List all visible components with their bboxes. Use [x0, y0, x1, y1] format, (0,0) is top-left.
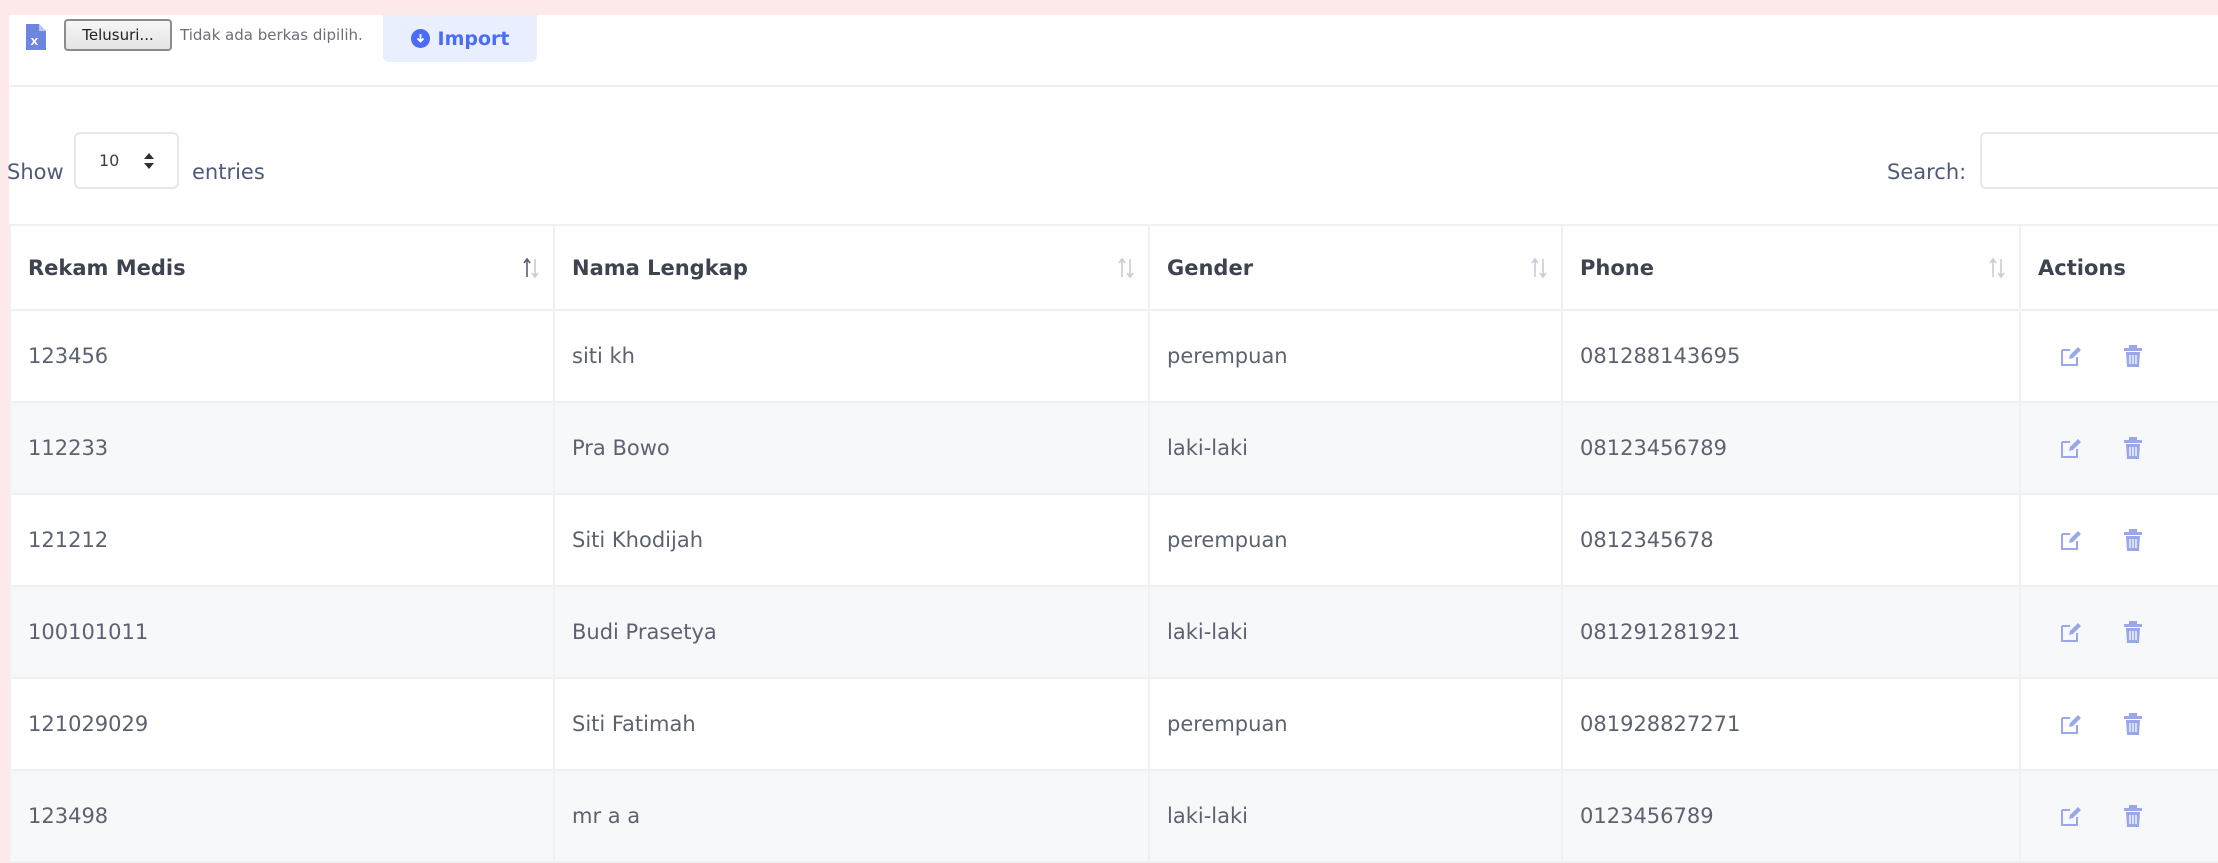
trash-icon[interactable] [2120, 803, 2146, 829]
browse-file-button[interactable]: Telusuri... [64, 19, 172, 51]
cell-actions [2019, 677, 2218, 771]
svg-text:X: X [31, 37, 39, 48]
row-actions [2038, 803, 2218, 829]
edit-icon[interactable] [2058, 435, 2084, 461]
excel-file-icon: X [25, 23, 47, 51]
search-label: Search: [1887, 160, 1967, 184]
sort-icon [1988, 257, 2006, 279]
cell-phone: 0812345678 [1561, 493, 2021, 587]
trash-icon[interactable] [2120, 619, 2146, 645]
cell-phone: 0123456789 [1561, 769, 2021, 863]
table-row: 121029029 Siti Fatimah perempuan 0819288272… [9, 677, 2218, 771]
table-row: 123456 siti kh perempuan 081288143695 [9, 309, 2218, 403]
cell-rekam-medis: 123456 [9, 309, 555, 403]
search-input[interactable] [1980, 132, 2218, 189]
table-row: 112233 Pra Bowo laki-laki 08123456789 [9, 401, 2218, 495]
select-arrows-icon [143, 148, 155, 174]
show-label: Show [7, 160, 64, 184]
sort-icon [1117, 257, 1135, 279]
cell-gender: perempuan [1148, 493, 1563, 587]
table-header-row: Rekam Medis Nama Lengkap Gender Phone Ac… [9, 224, 2218, 311]
cell-phone: 08123456789 [1561, 401, 2021, 495]
entries-length-value: 10 [99, 151, 120, 170]
import-bar: X Telusuri... Tidak ada berkas dipilih. … [9, 15, 2218, 87]
table-row: 100101011 Budi Prasetya laki-laki 081291281… [9, 585, 2218, 679]
entries-label: entries [192, 160, 265, 184]
cell-actions [2019, 493, 2218, 587]
row-actions [2038, 711, 2218, 737]
header-phone[interactable]: Phone [1561, 224, 2021, 311]
download-circle-icon [410, 29, 430, 48]
trash-icon[interactable] [2120, 343, 2146, 369]
cell-gender: laki-laki [1148, 585, 1563, 679]
cell-nama-lengkap: Siti Fatimah [553, 677, 1150, 771]
cell-rekam-medis: 100101011 [9, 585, 555, 679]
cell-phone: 081291281921 [1561, 585, 2021, 679]
cell-gender: laki-laki [1148, 401, 1563, 495]
header-label: Actions [2038, 255, 2126, 280]
row-actions [2038, 343, 2218, 369]
sort-icon [1530, 257, 1548, 279]
header-nama-lengkap[interactable]: Nama Lengkap [553, 224, 1150, 311]
cell-nama-lengkap: siti kh [553, 309, 1150, 403]
row-actions [2038, 435, 2218, 461]
cell-rekam-medis: 112233 [9, 401, 555, 495]
cell-rekam-medis: 123498 [9, 769, 555, 863]
edit-icon[interactable] [2058, 711, 2084, 737]
cell-phone: 081928827271 [1561, 677, 2021, 771]
table-row: 123498 mr a a laki-laki 0123456789 [9, 769, 2218, 863]
cell-phone: 081288143695 [1561, 309, 2021, 403]
edit-icon[interactable] [2058, 619, 2084, 645]
edit-icon[interactable] [2058, 343, 2084, 369]
cell-rekam-medis: 121029029 [9, 677, 555, 771]
cell-gender: perempuan [1148, 309, 1563, 403]
import-label: Import [437, 27, 510, 50]
cell-rekam-medis: 121212 [9, 493, 555, 587]
row-actions [2038, 527, 2218, 553]
cell-actions [2019, 769, 2218, 863]
header-gender[interactable]: Gender [1148, 224, 1563, 311]
cell-actions [2019, 309, 2218, 403]
cell-gender: perempuan [1148, 677, 1563, 771]
patients-panel: X Telusuri... Tidak ada berkas dipilih. … [7, 15, 2218, 863]
edit-icon[interactable] [2058, 803, 2084, 829]
cell-actions [2019, 401, 2218, 495]
cell-nama-lengkap: mr a a [553, 769, 1150, 863]
table-row: 121212 Siti Khodijah perempuan 0812345678 [9, 493, 2218, 587]
sort-icon [522, 257, 540, 279]
header-label: Rekam Medis [28, 255, 186, 280]
patients-table: Rekam Medis Nama Lengkap Gender Phone Ac… [9, 224, 2218, 863]
entries-length-select[interactable]: 10 [74, 132, 179, 189]
header-label: Phone [1580, 255, 1654, 280]
header-label: Gender [1167, 255, 1254, 280]
header-label: Nama Lengkap [572, 255, 748, 280]
cell-gender: laki-laki [1148, 769, 1563, 863]
file-status-text: Tidak ada berkas dipilih. [180, 26, 363, 44]
header-actions: Actions [2019, 224, 2218, 311]
row-actions [2038, 619, 2218, 645]
cell-actions [2019, 585, 2218, 679]
cell-nama-lengkap: Siti Khodijah [553, 493, 1150, 587]
trash-icon[interactable] [2120, 711, 2146, 737]
cell-nama-lengkap: Pra Bowo [553, 401, 1150, 495]
header-rekam-medis[interactable]: Rekam Medis [9, 224, 555, 311]
cell-nama-lengkap: Budi Prasetya [553, 585, 1150, 679]
edit-icon[interactable] [2058, 527, 2084, 553]
import-button[interactable]: Import [383, 15, 537, 62]
trash-icon[interactable] [2120, 435, 2146, 461]
trash-icon[interactable] [2120, 527, 2146, 553]
